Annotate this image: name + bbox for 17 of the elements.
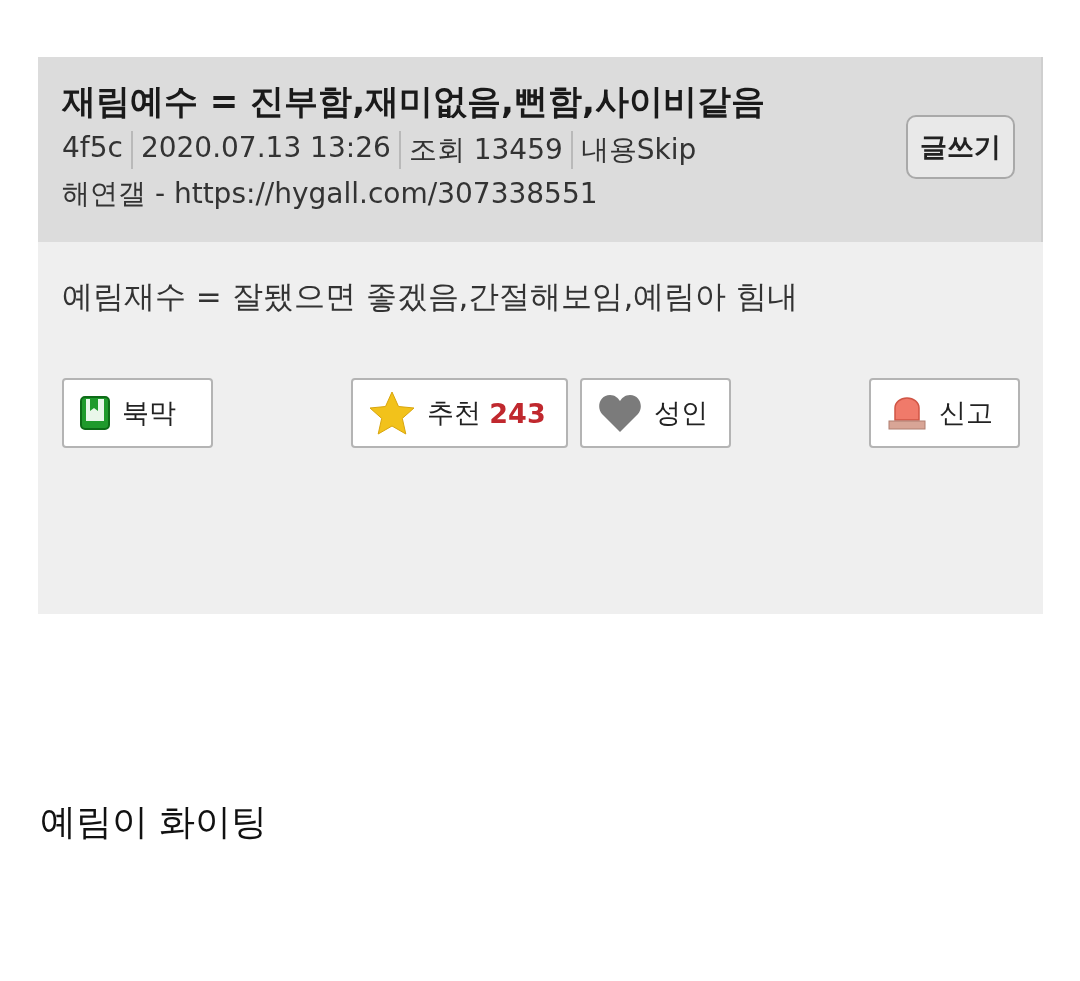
post-meta: 4f5c — [62, 131, 124, 166]
post-meta: 내용Skip — [570, 131, 705, 169]
post-text: 예림재수 = 잘됐으면 좋겠음,간절해보임,예림아 힘내 — [62, 277, 800, 316]
bookmark-button[interactable]: 북막 — [62, 378, 213, 448]
report-button[interactable]: 신고 — [869, 378, 1020, 448]
post-title: 재림예수 = 진부함,재미없음,뻔함,사이비같음 — [62, 80, 765, 123]
heart-icon — [597, 393, 642, 433]
caption-text: 예림이 화이팅 — [40, 800, 269, 844]
post-meta: 2020.07.13 13:26 — [130, 131, 399, 169]
write-button[interactable]: 글쓰기 — [906, 115, 1015, 179]
book-icon — [80, 396, 110, 430]
adult-button[interactable]: 성인 — [579, 378, 731, 448]
source-link[interactable]: 해연갤 - https://hygall.com/307338551 — [62, 175, 765, 213]
recommend-button[interactable]: 추천 243 — [351, 378, 568, 448]
siren-icon — [887, 396, 927, 430]
star-icon — [369, 391, 416, 435]
post-meta: 조회 13459 — [398, 131, 571, 169]
